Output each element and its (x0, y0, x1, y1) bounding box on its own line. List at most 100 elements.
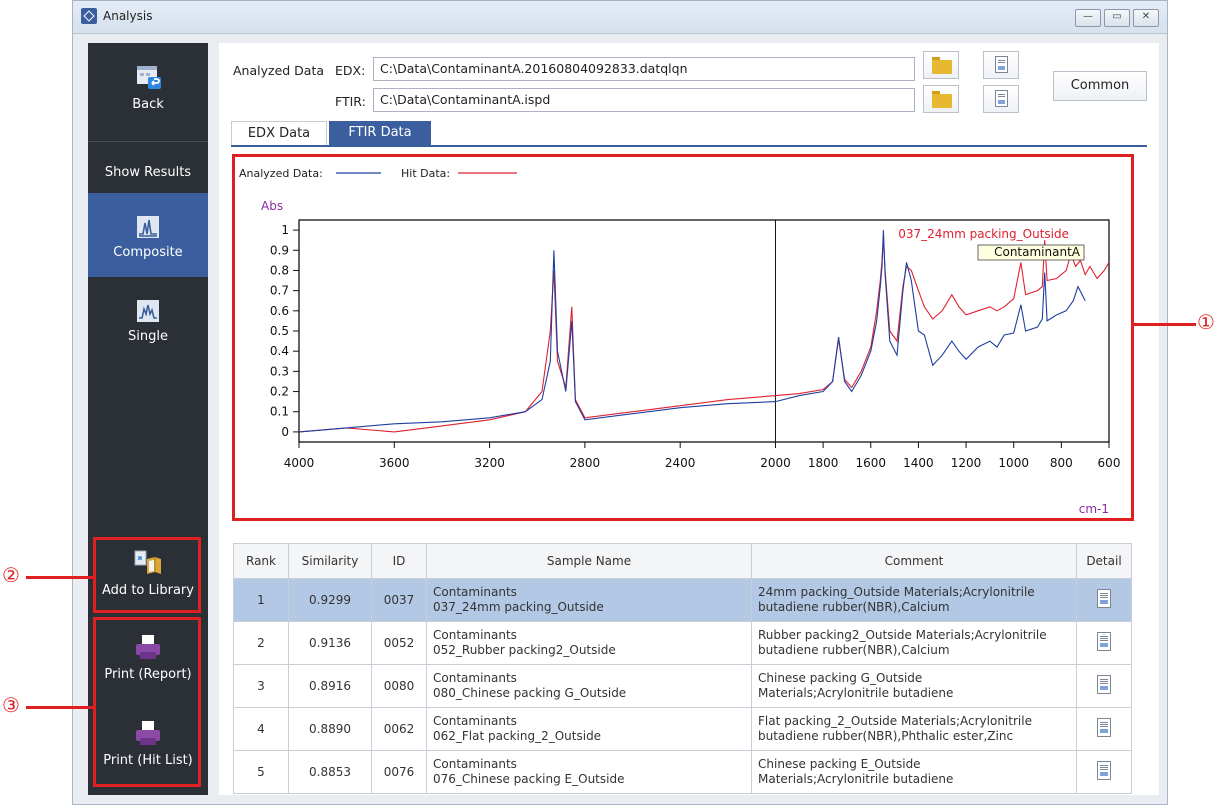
detail-document-icon[interactable] (1097, 632, 1111, 651)
tab-underline (231, 145, 1147, 147)
callout-line-3 (26, 706, 93, 709)
detail-document-icon[interactable] (1097, 718, 1111, 737)
sample-name: 080_Chinese packing G_Outside (433, 686, 627, 700)
detail-cell (1076, 707, 1132, 751)
sample-name-cell: Contaminants 037_24mm packing_Outside (426, 578, 752, 622)
comment-line-2: butadiene rubber(NBR),Calcium (758, 643, 950, 657)
table-row[interactable]: 3 0.8916 0080 Contaminants 080_Chinese packi… (233, 664, 1132, 708)
sample-name: 052_Rubber packing2_Outside (433, 643, 616, 657)
edx-open-folder-button[interactable] (923, 51, 959, 79)
single-button[interactable]: Single (88, 299, 208, 344)
col-id[interactable]: ID (371, 543, 427, 579)
comment-line-1: Chinese packing G_Outside (758, 671, 923, 685)
minimize-icon[interactable]: — (1075, 9, 1101, 27)
id-cell: 0080 (371, 664, 427, 708)
back-icon (137, 66, 161, 89)
sample-name-cell: Contaminants 052_Rubber packing2_Outside (426, 621, 752, 665)
single-label: Single (128, 329, 168, 344)
table-row[interactable]: 1 0.9299 0037 Contaminants 037_24mm packing_… (233, 578, 1132, 622)
detail-cell (1076, 750, 1132, 794)
edx-label: EDX: (335, 63, 366, 78)
detail-document-icon[interactable] (1097, 761, 1111, 780)
ftir-path-field[interactable]: C:\Data\ContaminantA.ispd (373, 88, 915, 112)
edx-path-field[interactable]: C:\Data\ContaminantA.20160804092833.datq… (373, 57, 915, 81)
comment-line-2: Materials;Acrylonitrile butadiene (758, 772, 954, 786)
composite-label: Composite (113, 245, 183, 260)
title-bar: Analysis — ▭ ✕ (73, 1, 1167, 34)
maximize-icon[interactable]: ▭ (1104, 9, 1130, 27)
comment-line-1: Flat packing_2_Outside Materials;Acrylon… (758, 714, 1032, 728)
window-title: Analysis (103, 9, 153, 23)
callout-number-1: ① (1197, 310, 1215, 334)
id-cell: 0076 (371, 750, 427, 794)
detail-document-icon[interactable] (1097, 589, 1111, 608)
ftir-open-folder-button[interactable] (923, 85, 959, 113)
col-rank[interactable]: Rank (233, 543, 289, 579)
comment-line-1: Rubber packing2_Outside Materials;Acrylo… (758, 628, 1047, 642)
rank-cell: 5 (233, 750, 289, 794)
sample-category: Contaminants (433, 757, 517, 771)
sample-name: 076_Chinese packing E_Outside (433, 772, 625, 786)
similarity-cell: 0.8890 (288, 707, 372, 751)
similarity-cell: 0.9299 (288, 578, 372, 622)
detail-cell (1076, 578, 1132, 622)
tab-edx-data[interactable]: EDX Data (231, 121, 327, 145)
similarity-cell: 0.8916 (288, 664, 372, 708)
sample-name: 037_24mm packing_Outside (433, 600, 604, 614)
comment-cell: Rubber packing2_Outside Materials;Acrylo… (751, 621, 1077, 665)
window-controls: — ▭ ✕ (1075, 9, 1159, 27)
comment-line-1: Chinese packing E_Outside (758, 757, 921, 771)
tab-ftir-data[interactable]: FTIR Data (329, 121, 431, 145)
table-row[interactable]: 5 0.8853 0076 Contaminants 076_Chinese packi… (233, 750, 1132, 794)
document-icon (995, 90, 1008, 107)
single-icon (137, 300, 159, 322)
rank-cell: 4 (233, 707, 289, 751)
show-results-heading: Show Results (104, 165, 192, 180)
comment-line-2: butadiene rubber(NBR),Calcium (758, 600, 950, 614)
callout-box-print (93, 617, 201, 787)
sample-category: Contaminants (433, 671, 517, 685)
comment-cell: 24mm packing_Outside Materials;Acrylonit… (751, 578, 1077, 622)
table-row[interactable]: 4 0.8890 0062 Contaminants 062_Flat packing_… (233, 707, 1132, 751)
col-comment[interactable]: Comment (751, 543, 1077, 579)
comment-cell: Chinese packing E_Outside Materials;Acryl… (751, 750, 1077, 794)
back-label: Back (132, 97, 164, 112)
callout-number-2: ② (2, 563, 20, 587)
table-row[interactable]: 2 0.9136 0052 Contaminants 052_Rubber packin… (233, 621, 1132, 665)
close-icon[interactable]: ✕ (1133, 9, 1159, 27)
ftir-view-file-button[interactable] (983, 85, 1019, 113)
similarity-cell: 0.9136 (288, 621, 372, 665)
sample-category: Contaminants (433, 628, 517, 642)
col-detail[interactable]: Detail (1076, 543, 1132, 579)
hit-list-table: Rank Similarity ID Sample Name Comment D… (233, 543, 1132, 794)
rank-cell: 2 (233, 621, 289, 665)
id-cell: 0037 (371, 578, 427, 622)
callout-box-chart (232, 154, 1134, 521)
sample-name-cell: Contaminants 080_Chinese packing G_Outsid… (426, 664, 752, 708)
ftir-label: FTIR: (335, 94, 366, 109)
sample-category: Contaminants (433, 585, 517, 599)
composite-button[interactable]: Composite (88, 193, 208, 277)
detail-cell (1076, 621, 1132, 665)
table-header-row: Rank Similarity ID Sample Name Comment D… (233, 543, 1132, 579)
col-similarity[interactable]: Similarity (288, 543, 372, 579)
detail-document-icon[interactable] (1097, 675, 1111, 694)
sample-name-cell: Contaminants 076_Chinese packing E_Outsid… (426, 750, 752, 794)
similarity-cell: 0.8853 (288, 750, 372, 794)
back-button[interactable]: Back (88, 63, 208, 112)
comment-line-1: 24mm packing_Outside Materials;Acrylonit… (758, 585, 1035, 599)
rank-cell: 1 (233, 578, 289, 622)
detail-cell (1076, 664, 1132, 708)
comment-cell: Flat packing_2_Outside Materials;Acrylon… (751, 707, 1077, 751)
sample-name-cell: Contaminants 062_Flat packing_2_Outside (426, 707, 752, 751)
sample-category: Contaminants (433, 714, 517, 728)
folder-icon (932, 91, 952, 108)
col-sample-name[interactable]: Sample Name (426, 543, 752, 579)
document-icon (995, 56, 1008, 73)
comment-cell: Chinese packing G_Outside Materials;Acryl… (751, 664, 1077, 708)
edx-view-file-button[interactable] (983, 51, 1019, 79)
callout-box-add-library (93, 537, 201, 613)
composite-icon (137, 216, 159, 238)
common-button[interactable]: Common (1053, 71, 1147, 101)
id-cell: 0052 (371, 621, 427, 665)
